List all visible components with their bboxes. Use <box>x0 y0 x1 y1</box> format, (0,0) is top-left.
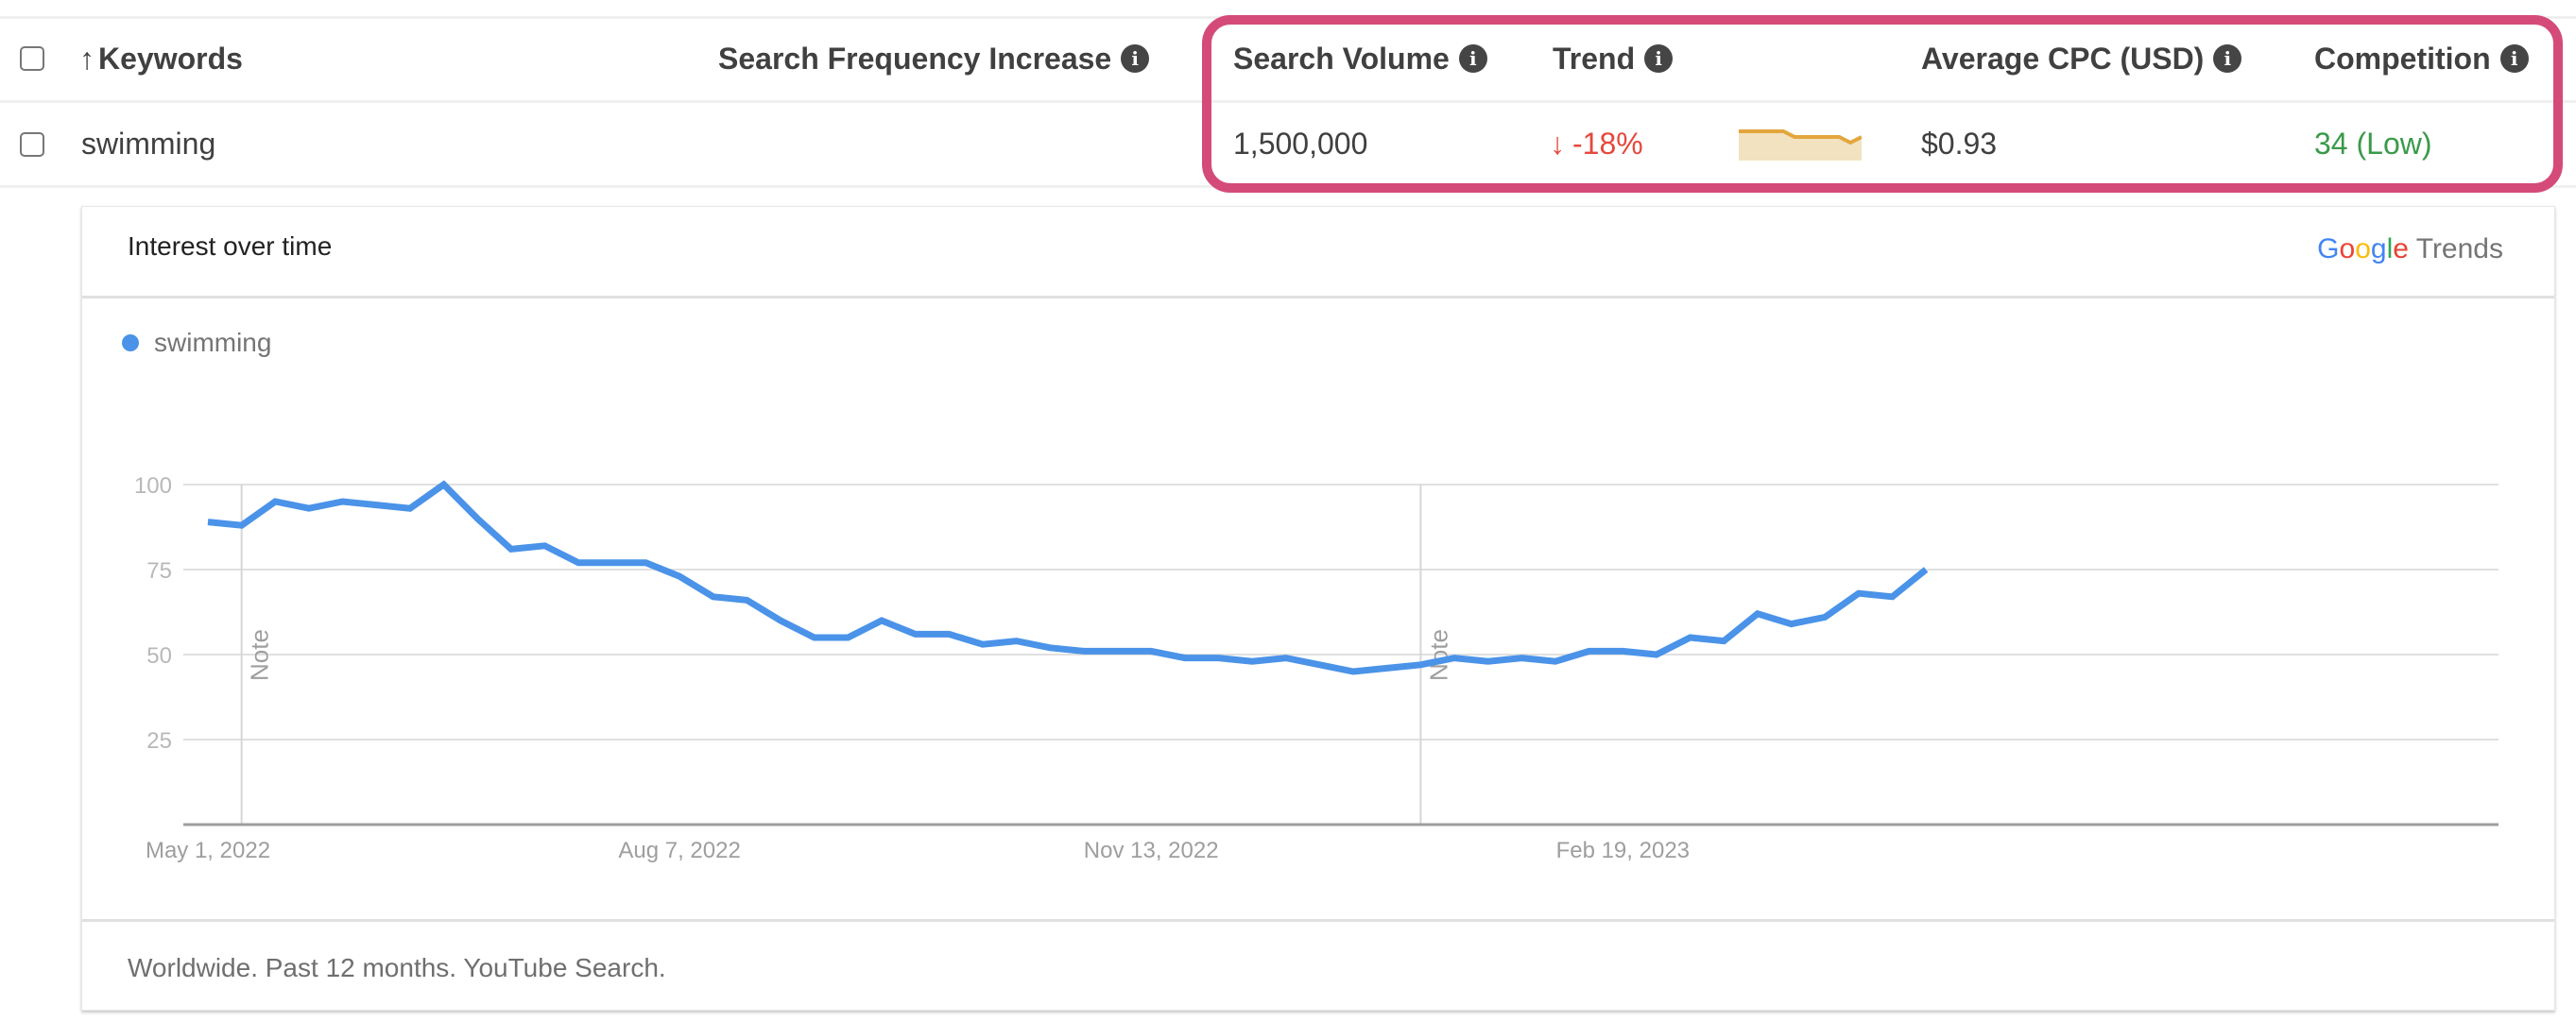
note-label: Note <box>246 629 274 681</box>
column-header-competition[interactable]: Competition i <box>2314 38 2529 79</box>
info-icon[interactable]: i <box>2213 44 2242 73</box>
card-footer-divider <box>82 919 2554 922</box>
column-header-label: Search Volume <box>1233 41 1450 76</box>
column-header-average-cpc[interactable]: Average CPC (USD) i <box>1921 38 2242 79</box>
column-header-search-frequency-increase[interactable]: Search Frequency Increase i <box>718 38 1150 79</box>
trend-sparkline <box>1739 129 1862 161</box>
column-header-label: Competition <box>2314 41 2491 76</box>
column-header-search-volume[interactable]: Search Volume i <box>1233 38 1487 79</box>
x-tick-label: May 1, 2022 <box>146 838 270 863</box>
competition-cell: 34 (Low) <box>2314 126 2432 161</box>
y-tick-label: 100 <box>134 473 172 499</box>
x-tick-label: Nov 13, 2022 <box>1084 838 1219 863</box>
x-tick-label: Feb 19, 2023 <box>1556 838 1690 863</box>
column-header-label: Average CPC (USD) <box>1921 41 2205 76</box>
keyword-cell[interactable]: swimming <box>81 123 215 164</box>
note-label: Note <box>1424 629 1452 681</box>
info-icon[interactable]: i <box>2499 44 2529 73</box>
trend-value: -18% <box>1572 126 1643 161</box>
column-header-trend[interactable]: Trend i <box>1553 38 1674 79</box>
select-all-checkbox[interactable] <box>20 46 44 71</box>
y-tick-label: 25 <box>146 728 172 754</box>
table-top-border <box>0 16 2576 19</box>
trend-cell: ↓ -18% <box>1550 123 1643 164</box>
search-volume-cell: 1,500,000 <box>1233 126 1368 161</box>
row-checkbox[interactable] <box>20 132 44 157</box>
arrow-down-icon: ↓ <box>1550 126 1565 161</box>
column-header-label: Trend <box>1553 41 1636 76</box>
x-tick-label: Aug 7, 2022 <box>618 838 740 863</box>
card-footer-text: Worldwide. Past 12 months. YouTube Searc… <box>128 953 666 982</box>
column-header-label: Keywords <box>98 41 243 76</box>
average-cpc-cell: $0.93 <box>1921 126 1998 161</box>
interest-over-time-card: Interest over time Google Trends swimmin… <box>81 206 2555 1011</box>
arrow-up-icon: ↑ <box>79 41 94 76</box>
series-line-swimming <box>207 480 1929 675</box>
y-tick-label: 50 <box>146 643 172 669</box>
line-chart: 25 50 75 100 Note Note May 1, 2022 Aug 7, 2022 N… <box>134 473 2499 863</box>
info-icon[interactable]: i <box>1458 44 1487 73</box>
info-icon[interactable]: i <box>1121 44 1150 73</box>
row-divider <box>0 185 2576 188</box>
column-header-keywords[interactable]: ↑ Keywords <box>79 38 243 79</box>
y-tick-label: 75 <box>146 558 172 584</box>
header-divider <box>0 100 2576 103</box>
column-header-label: Search Frequency Increase <box>718 41 1112 76</box>
info-icon[interactable]: i <box>1644 44 1674 73</box>
